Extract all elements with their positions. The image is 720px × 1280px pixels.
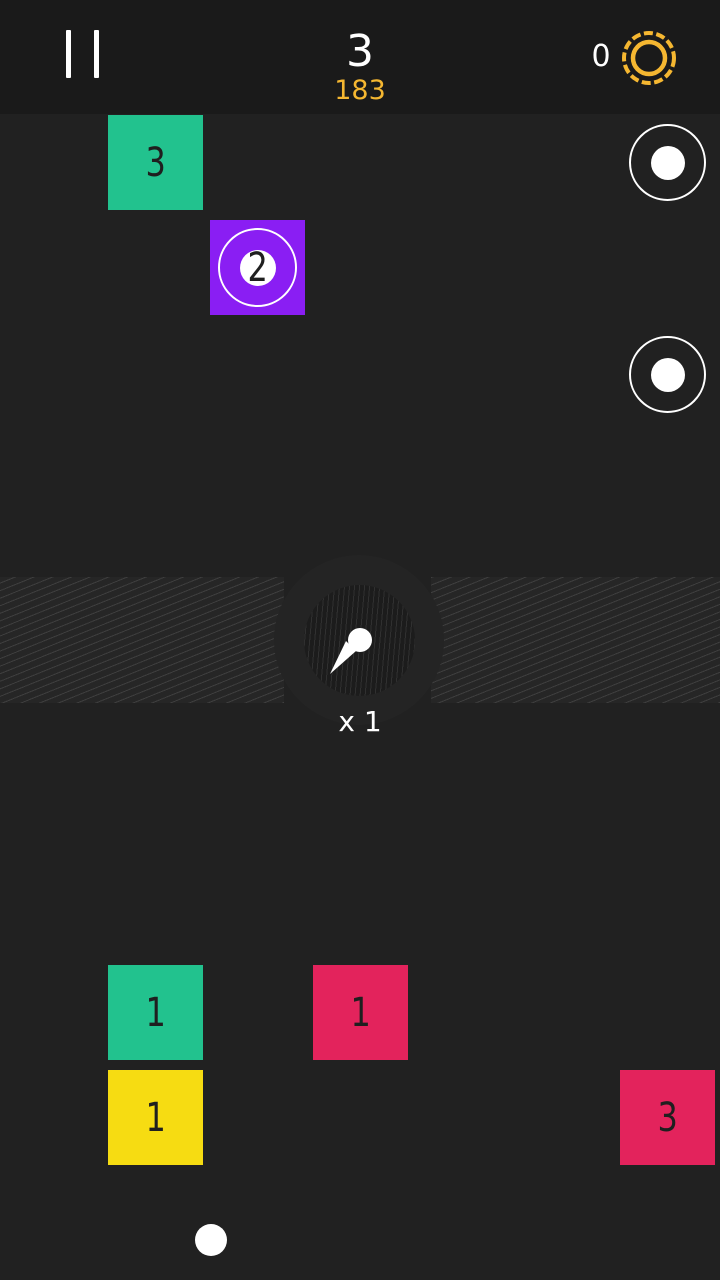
stripe-band-right — [431, 577, 720, 703]
block-value: 3 — [145, 139, 166, 186]
coin-count: 0 — [591, 39, 611, 74]
pause-button[interactable] — [56, 24, 112, 84]
coin-icon[interactable] — [620, 29, 678, 87]
pause-icon — [66, 30, 71, 78]
block-value: 1 — [350, 989, 371, 1036]
level-number: 3 — [346, 26, 374, 77]
extra-ball-pickup — [629, 124, 706, 201]
launch-button[interactable] — [304, 585, 415, 696]
block-value: 2 — [247, 244, 268, 291]
ball-icon — [651, 146, 685, 180]
number-block: 1 — [108, 1070, 203, 1165]
number-block: 1 — [108, 965, 203, 1060]
number-block-with-ring: 2 — [210, 220, 305, 315]
number-block: 3 — [108, 115, 203, 210]
block-value: 1 — [145, 1094, 166, 1141]
extra-ball-pickup — [629, 336, 706, 413]
best-score: 183 — [334, 75, 386, 106]
ball-launch-icon — [330, 628, 372, 674]
ball-multiplier: x 1 — [338, 705, 382, 738]
number-block: 1 — [313, 965, 408, 1060]
top-bar: 3 183 0 — [0, 0, 720, 114]
block-value: 1 — [145, 989, 166, 1036]
pause-icon-bar — [94, 30, 99, 78]
number-block: 3 — [620, 1070, 715, 1165]
stripe-band-left — [0, 577, 284, 703]
player-ball[interactable] — [195, 1224, 227, 1256]
block-value: 3 — [657, 1094, 678, 1141]
ball-icon — [651, 358, 685, 392]
